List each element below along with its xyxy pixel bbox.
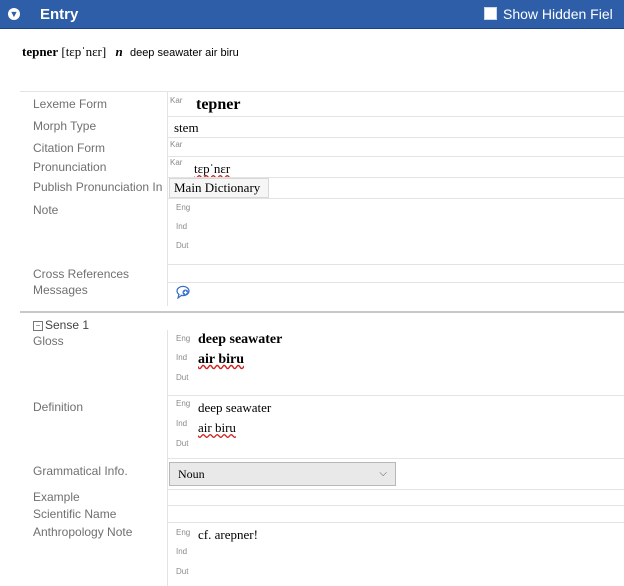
gloss-label: Gloss xyxy=(33,334,64,348)
definition-ind-input[interactable]: air biru xyxy=(198,420,236,436)
lexeme-form-label: Lexeme Form xyxy=(33,97,108,111)
sense-title: Sense 1 xyxy=(45,318,90,332)
scientific-name-label: Scientific Name xyxy=(33,507,117,521)
summary-headword: tepner xyxy=(22,44,59,59)
anthropology-eng-input[interactable]: cf. arepner! xyxy=(198,527,258,543)
ws-label: Ind xyxy=(176,547,188,556)
entry-summary: tepner [tɛpˈnɛr] n deep seawater air bir… xyxy=(22,44,239,60)
grammatical-info-value: Noun xyxy=(178,467,205,481)
divider xyxy=(167,198,624,199)
collapse-icon[interactable]: ▼ xyxy=(8,8,20,20)
example-label: Example xyxy=(33,490,80,504)
note-label: Note xyxy=(33,203,59,217)
messages-label: Messages xyxy=(33,283,88,297)
citation-form-label: Citation Form xyxy=(33,141,106,155)
anthropology-note-label: Anthropology Note xyxy=(33,525,133,539)
sense-header[interactable]: − Sense 1 xyxy=(33,318,89,332)
grammatical-info-label: Grammatical Info. xyxy=(33,464,128,478)
summary-pronunciation: [tɛpˈnɛr] xyxy=(61,44,107,59)
divider xyxy=(167,282,624,283)
divider xyxy=(167,264,624,265)
ws-label: Kar xyxy=(170,140,183,149)
publish-pronunciation-label: Publish Pronunciation In xyxy=(33,180,163,194)
add-message-icon[interactable] xyxy=(176,285,190,299)
ws-label: Eng xyxy=(176,528,191,537)
entry-header: ▼ Entry Show Hidden Fiel xyxy=(0,0,624,29)
show-hidden-fields-toggle[interactable]: Show Hidden Fiel xyxy=(484,6,613,22)
ws-label: Eng xyxy=(176,334,191,343)
ws-label: Kar xyxy=(170,96,183,105)
summary-pos: n xyxy=(115,44,123,59)
sense-divider xyxy=(20,311,624,313)
cross-references-label: Cross References xyxy=(33,267,130,281)
divider xyxy=(167,395,624,396)
publish-pronunciation-value[interactable]: Main Dictionary xyxy=(174,180,260,196)
morph-type-label: Morph Type xyxy=(33,119,97,133)
divider xyxy=(20,91,624,92)
divider xyxy=(167,156,624,157)
summary-definitions: deep seawater air biru xyxy=(129,47,239,59)
divider xyxy=(167,505,624,506)
ws-label: Kar xyxy=(170,158,183,167)
ws-label: Ind xyxy=(176,419,188,428)
ws-label: Dut xyxy=(176,567,189,576)
divider xyxy=(167,522,624,523)
definition-label: Definition xyxy=(33,400,84,414)
definition-eng-input[interactable]: deep seawater xyxy=(198,400,271,416)
grammatical-info-select[interactable]: Noun ⌵ xyxy=(169,462,396,486)
divider xyxy=(167,116,624,117)
entry-title: Entry xyxy=(40,6,79,23)
collapse-sense-icon[interactable]: − xyxy=(33,321,43,331)
divider xyxy=(167,137,624,138)
ws-label: Eng xyxy=(176,203,191,212)
pronunciation-input[interactable]: tɛpˈnɛr xyxy=(194,161,230,177)
ws-label: Ind xyxy=(176,353,188,362)
gloss-eng-input[interactable]: deep seawater xyxy=(198,332,282,348)
show-hidden-fields-label: Show Hidden Fiel xyxy=(503,6,613,22)
ws-label: Dut xyxy=(176,241,189,250)
lexeme-form-input[interactable]: tepner xyxy=(196,96,240,114)
ws-label: Eng xyxy=(176,399,191,408)
gloss-ind-input[interactable]: air biru xyxy=(198,352,244,368)
divider xyxy=(167,489,624,490)
morph-type-value[interactable]: stem xyxy=(174,120,199,136)
chevron-down-icon[interactable]: ⌵ xyxy=(379,468,387,479)
ws-label: Dut xyxy=(176,373,189,382)
checkbox-icon[interactable] xyxy=(484,7,497,20)
pronunciation-label: Pronunciation xyxy=(33,160,107,174)
divider xyxy=(167,458,624,459)
ws-label: Dut xyxy=(176,439,189,448)
ws-label: Ind xyxy=(176,222,188,231)
